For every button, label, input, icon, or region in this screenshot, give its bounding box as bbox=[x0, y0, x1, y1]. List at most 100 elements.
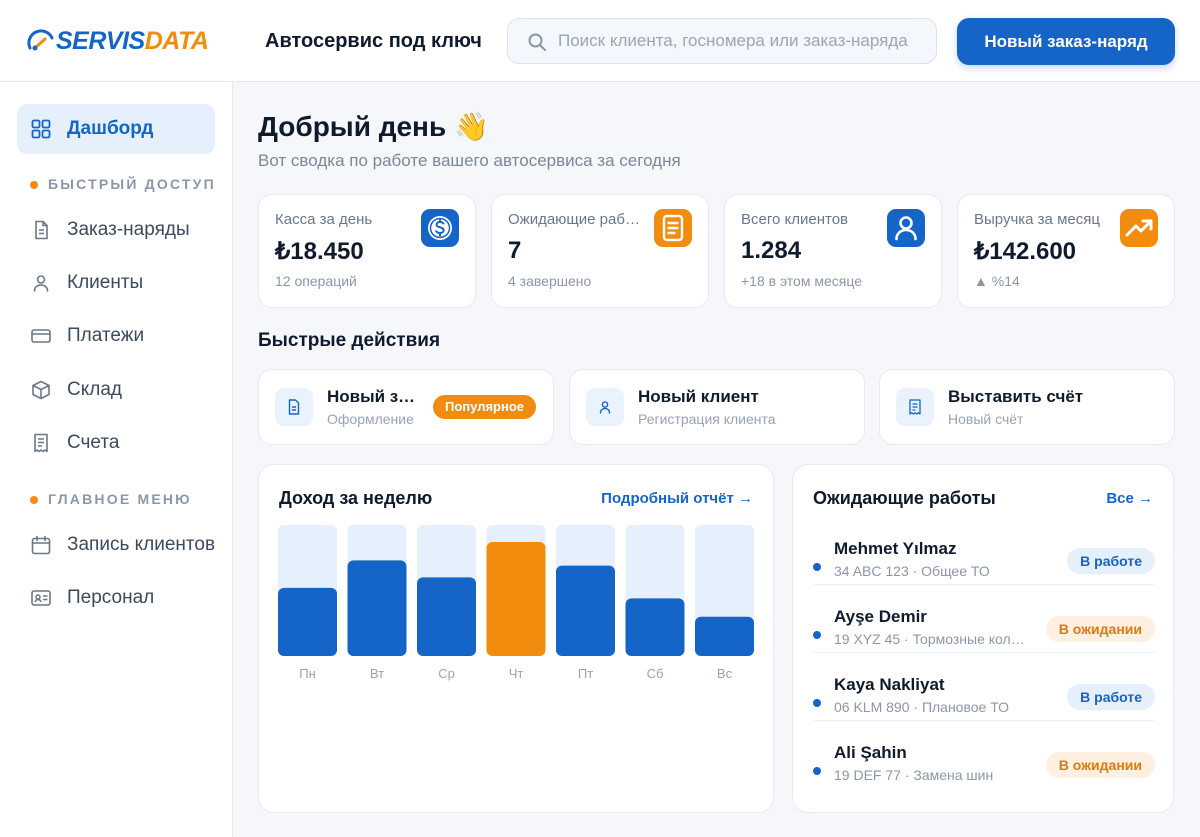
sidebar-item-warehouse[interactable]: Склад bbox=[17, 365, 215, 415]
grid-icon bbox=[31, 119, 51, 139]
stat-value: ₺18.450 bbox=[275, 238, 364, 265]
clipboard-icon bbox=[654, 209, 692, 247]
logo-text-servis: SERVIS bbox=[56, 27, 145, 55]
chart-bar-4[interactable] bbox=[556, 565, 615, 656]
pending-job-item[interactable]: Ayşe Demir 19 XYZ 45 · Тормозные колодки… bbox=[813, 607, 1155, 675]
x-tick-label: Пт bbox=[578, 666, 593, 681]
weekly-income-title: Доход за неделю bbox=[279, 488, 433, 508]
stat-note: 12 операций bbox=[275, 273, 357, 289]
servisdata-logo[interactable]: SERVISDATA bbox=[26, 26, 246, 56]
status-badge: В работе bbox=[1067, 548, 1155, 574]
quick-action-subtitle: Новый счёт bbox=[948, 411, 1024, 427]
speedometer-logo-icon bbox=[27, 29, 54, 51]
box-icon bbox=[32, 380, 50, 400]
status-dot bbox=[813, 699, 821, 707]
stat-value: 7 bbox=[508, 237, 522, 264]
chart-bar-6[interactable] bbox=[695, 616, 754, 656]
stat-card-revenue[interactable]: Выручка за месяц ₺142.600 ▲ %14 bbox=[957, 194, 1175, 308]
sidebar-item-label: Склад bbox=[67, 379, 122, 400]
job-detail: 34 ABC 123 · Общее ТО bbox=[834, 563, 990, 579]
sidebar-item-label: Платежи bbox=[67, 325, 145, 346]
divider bbox=[813, 652, 1155, 653]
user-icon bbox=[586, 388, 624, 426]
app-title: Автосервис под ключ bbox=[265, 30, 482, 52]
weekly-income-chart: Пн Вт Ср Чт Пт Сб Вс bbox=[278, 525, 754, 681]
job-client-name: Ali Şahin bbox=[834, 743, 907, 762]
search-input[interactable] bbox=[558, 19, 933, 63]
sidebar-item-clients[interactable]: Клиенты bbox=[17, 258, 215, 308]
stat-card-pending[interactable]: Ожидающие работы 7 4 завершено bbox=[491, 194, 709, 308]
chart-bar-0[interactable] bbox=[278, 587, 337, 656]
pending-job-item[interactable]: Kaya Nakliyat 06 KLM 890 · Плановое ТО В… bbox=[813, 675, 1155, 743]
job-detail: 06 KLM 890 · Плановое ТО bbox=[834, 699, 1010, 715]
greeting-subtitle: Вот сводка по работе вашего автосервиса … bbox=[258, 151, 681, 170]
search-box[interactable] bbox=[507, 18, 937, 64]
sidebar-item-dashboard[interactable]: Дашборд bbox=[17, 104, 215, 154]
popular-badge: Популярное bbox=[433, 395, 537, 419]
sidebar-item-staff[interactable]: Персонал bbox=[17, 573, 215, 623]
chart-bar-3[interactable] bbox=[486, 542, 546, 656]
chart-bar-5[interactable] bbox=[625, 598, 685, 656]
status-badge: В ожидании bbox=[1045, 752, 1155, 778]
status-badge: В ожидании bbox=[1045, 616, 1155, 642]
job-detail: 19 DEF 77 · Замена шин bbox=[834, 767, 994, 783]
detailed-report-link[interactable]: Подробный отчёт → bbox=[601, 490, 753, 507]
pending-jobs-title: Ожидающие работы bbox=[813, 488, 996, 508]
x-tick-label: Пн bbox=[299, 666, 316, 681]
sidebar-item-orders[interactable]: Заказ-наряды bbox=[17, 205, 215, 255]
job-detail: 19 XYZ 45 · Тормозные колодки bbox=[834, 631, 1032, 647]
status-badge: В работе bbox=[1067, 684, 1155, 710]
chart-bar-2[interactable] bbox=[417, 577, 476, 656]
new-order-button[interactable]: Новый заказ-наряд bbox=[957, 18, 1175, 65]
job-client-name: Ayşe Demir bbox=[834, 607, 927, 626]
sidebar-item-label: Клиенты bbox=[67, 272, 144, 293]
weekly-income-panel: Доход за неделю Подробный отчёт → Пн Вт Ср… bbox=[258, 464, 774, 813]
status-dot bbox=[813, 631, 821, 639]
stat-card-clients[interactable]: Всего клиентов 1.284 +18 в этом месяце bbox=[724, 194, 942, 308]
document-icon bbox=[35, 220, 48, 240]
x-tick-label: Вс bbox=[717, 666, 733, 681]
sidebar-item-label: Запись клиентов bbox=[67, 534, 216, 555]
sidebar-item-label: Счета bbox=[67, 432, 120, 453]
sidebar: Дашборд БЫСТРЫЙ ДОСТУП Заказ-наряды Клие… bbox=[0, 82, 233, 837]
pending-job-item[interactable]: Mehmet Yılmaz 34 ABC 123 · Общее ТО В ра… bbox=[813, 539, 1155, 607]
divider bbox=[813, 720, 1155, 721]
x-tick-label: Сб bbox=[647, 666, 664, 681]
trend-up-icon bbox=[1120, 209, 1158, 247]
stat-note: 4 завершено bbox=[508, 273, 592, 289]
sidebar-item-payments[interactable]: Платежи bbox=[17, 311, 215, 361]
quick-action-title: Новый заказ-наряд bbox=[327, 387, 419, 406]
stat-note: ▲ %14 bbox=[974, 273, 1020, 289]
quick-action-new-client[interactable]: Новый клиент Регистрация клиента bbox=[569, 369, 865, 445]
status-dot bbox=[813, 563, 821, 571]
receipt-icon bbox=[34, 433, 48, 453]
stat-value: 1.284 bbox=[741, 237, 802, 264]
job-client-name: Kaya Nakliyat bbox=[834, 675, 945, 694]
stat-value: ₺142.600 bbox=[974, 238, 1077, 265]
logo-text: SERVISDATA bbox=[56, 26, 209, 56]
search-icon bbox=[528, 33, 546, 51]
greeting-title: Добрый день 👋 bbox=[258, 111, 489, 142]
x-tick-label: Вт bbox=[370, 666, 384, 681]
status-dot bbox=[813, 767, 821, 775]
logo-text-data: DATA bbox=[144, 27, 209, 55]
receipt-icon bbox=[896, 388, 934, 426]
top-bar: SERVISDATA Автосервис под ключ Новый зак… bbox=[0, 0, 1200, 82]
stat-card-cash[interactable]: Касса за день ₺18.450 12 операций bbox=[258, 194, 476, 308]
sidebar-item-invoices[interactable]: Счета bbox=[17, 418, 215, 468]
quick-action-title: Новый клиент bbox=[638, 387, 759, 406]
x-tick-label: Ср bbox=[438, 666, 455, 681]
x-tick-label: Чт bbox=[509, 666, 524, 681]
quick-action-new-order[interactable]: Новый заказ-наряд Оформление Популярное bbox=[258, 369, 554, 445]
card-icon bbox=[31, 329, 51, 343]
view-all-link[interactable]: Все → bbox=[1106, 490, 1153, 507]
sidebar-item-label: Заказ-наряды bbox=[67, 219, 190, 240]
sidebar-item-appointments[interactable]: Запись клиентов bbox=[17, 520, 215, 570]
quick-action-invoice[interactable]: Выставить счёт Новый счёт bbox=[879, 369, 1175, 445]
dollar-icon bbox=[421, 209, 459, 247]
user-icon bbox=[887, 209, 925, 247]
user-icon bbox=[33, 275, 49, 292]
chart-bar-1[interactable] bbox=[347, 560, 407, 656]
pending-job-item[interactable]: Ali Şahin 19 DEF 77 · Замена шин В ожида… bbox=[813, 743, 1155, 811]
document-icon bbox=[275, 388, 313, 426]
